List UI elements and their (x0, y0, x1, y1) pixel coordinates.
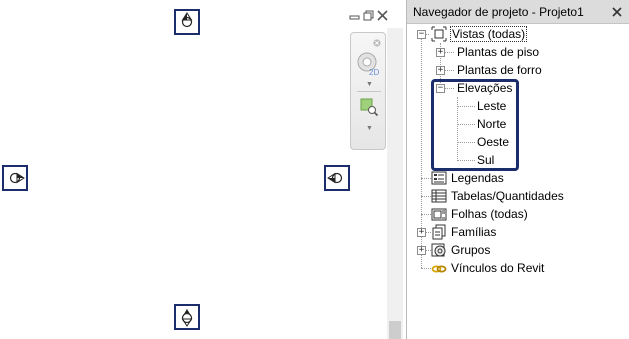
view-window-controls (349, 10, 388, 21)
close-view-icon[interactable] (377, 10, 388, 21)
tree-item-label: Tabelas/Quantidades (451, 189, 564, 203)
minimize-view-icon[interactable] (349, 10, 360, 21)
steering-wheel-2d-icon[interactable]: 2D (356, 51, 382, 77)
tree-item-legends[interactable]: Legendas (431, 169, 504, 187)
restore-view-icon[interactable] (363, 10, 374, 21)
tree-item-revit-links[interactable]: Vínculos do Revit (431, 259, 544, 277)
revit-links-icon (431, 260, 447, 276)
groups-icon (431, 242, 447, 258)
project-browser-titlebar: Navegador de projeto - Projeto1 (407, 0, 629, 24)
families-icon (431, 224, 447, 240)
schedules-icon (431, 188, 447, 204)
sheets-icon (431, 206, 447, 222)
tree-item-groups[interactable]: Grupos (431, 241, 490, 259)
project-browser: Navegador de projeto - Projeto1 Vistas (… (406, 0, 629, 339)
expand-families-icon[interactable]: + (417, 228, 426, 237)
tree-item-views[interactable]: Vistas (todas) (431, 25, 528, 43)
tree-item-label: Folhas (todas) (451, 207, 528, 221)
tree-item-ceiling-plans[interactable]: Plantas de forro (457, 61, 542, 79)
tree-item-families[interactable]: Famílias (431, 223, 496, 241)
navbar-divider (357, 91, 381, 92)
views-icon (431, 26, 447, 42)
tree-item-label: Famílias (451, 225, 497, 239)
south-elevation-marker-icon[interactable] (174, 304, 200, 330)
collapse-views-icon[interactable]: − (417, 30, 426, 39)
west-elevation-marker-icon[interactable] (2, 165, 28, 191)
north-elevation-marker-icon[interactable] (174, 9, 200, 35)
tree-item-label: Vistas (todas) (449, 26, 528, 42)
expand-floor-plans-icon[interactable]: + (436, 48, 445, 57)
tree-item-label: Plantas de piso (457, 45, 540, 59)
tree-item-label: Grupos (451, 243, 491, 257)
tree-item-label: Legendas (451, 171, 504, 185)
tree-item-sheets[interactable]: Folhas (todas) (431, 205, 528, 223)
close-icon[interactable] (611, 6, 623, 18)
tree-item-floor-plans[interactable]: Plantas de piso (457, 43, 539, 61)
tree-item-label: Plantas de forro (457, 63, 542, 77)
zoom-region-icon[interactable] (359, 97, 379, 117)
scrollbar-thumb[interactable] (389, 321, 401, 339)
expand-ceiling-plans-icon[interactable]: + (436, 66, 445, 75)
tree-item-label: Vínculos do Revit (451, 261, 545, 275)
expand-groups-icon[interactable]: + (417, 246, 426, 255)
navigation-bar: 2D ▼ ▼ (350, 32, 386, 150)
close-navbar-icon[interactable] (373, 36, 381, 47)
drawing-area[interactable]: 2D ▼ ▼ (0, 0, 403, 339)
svg-text:2D: 2D (369, 68, 379, 77)
project-tree: Vistas (todas) − + Plantas de piso + Pla… (407, 24, 629, 339)
vertical-scrollbar[interactable] (387, 28, 403, 339)
project-browser-title: Navegador de projeto - Projeto1 (413, 4, 584, 19)
tree-item-schedules[interactable]: Tabelas/Quantidades (431, 187, 564, 205)
east-elevation-marker-icon[interactable] (324, 165, 350, 191)
elevations-highlight-box (431, 79, 519, 171)
wheel-menu-chevron-icon[interactable]: ▼ (366, 81, 373, 88)
zoom-menu-chevron-icon[interactable]: ▼ (366, 125, 373, 132)
legends-icon (431, 170, 447, 186)
